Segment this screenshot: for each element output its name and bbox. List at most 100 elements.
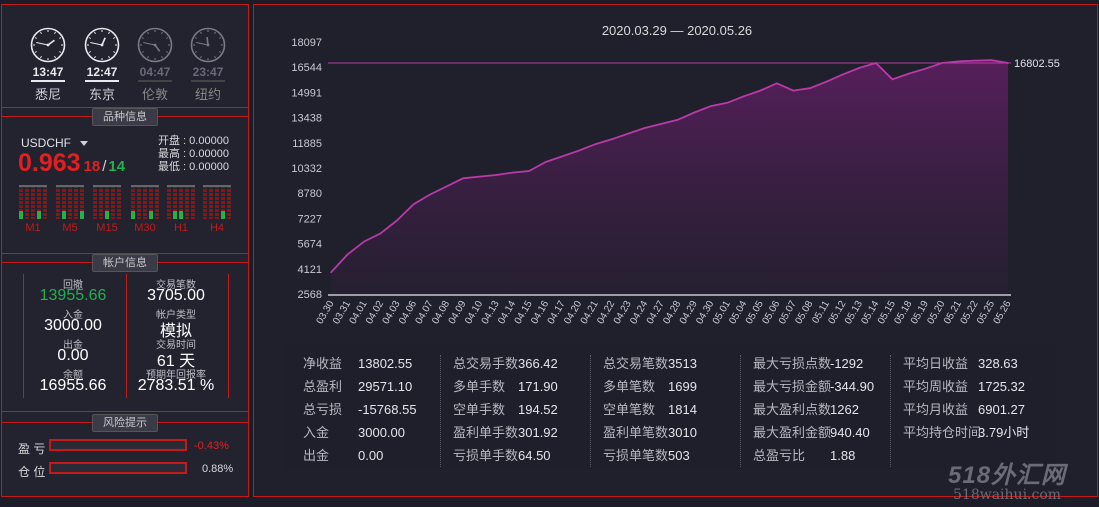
signal-bars-h1 bbox=[167, 185, 195, 219]
symbol-info-panel: 品种信息 USDCHF 0.963 18/14 开盘 : 0.00000 最高 :… bbox=[1, 108, 249, 254]
stat-value: 3010 bbox=[668, 425, 697, 440]
equity-point bbox=[528, 170, 530, 172]
watermark-url: 518waihui.com bbox=[953, 487, 1062, 503]
stat-label: 平均持仓时间 bbox=[903, 425, 982, 440]
timeframe-m5[interactable]: M5 bbox=[56, 222, 84, 234]
stat-label: 平均月收益 bbox=[903, 402, 969, 417]
equity-point bbox=[792, 89, 795, 92]
watermark: 518外汇网 518waihui.com bbox=[948, 455, 1066, 503]
equity-point bbox=[462, 177, 464, 180]
stat-label: 净收益 bbox=[303, 356, 343, 371]
stats-labels-5: 平均日收益 平均周收益 平均月收益 平均持仓时间 bbox=[903, 355, 981, 447]
stat-value: 503 bbox=[668, 448, 690, 463]
spread-value: 14 bbox=[108, 158, 126, 175]
equity-point bbox=[990, 59, 993, 61]
divider-right bbox=[228, 274, 229, 398]
stat-value: 29571.10 bbox=[358, 379, 413, 394]
risk-panel: 风险提示 盈 亏 -0.43% 仓 位 0.88% bbox=[1, 412, 249, 497]
equity-point bbox=[776, 82, 778, 85]
equity-point bbox=[379, 232, 382, 235]
y-tick-label: 16544 bbox=[291, 62, 322, 74]
equity-point bbox=[676, 119, 679, 121]
stat-value: 171.90 bbox=[518, 379, 558, 394]
stat-value: 64.50 bbox=[518, 448, 551, 463]
equity-point bbox=[693, 111, 696, 114]
timeframe-m1[interactable]: M1 bbox=[19, 222, 47, 234]
clock-city: 纽约 bbox=[194, 87, 221, 102]
stat-label: 空单笔数 bbox=[603, 402, 656, 417]
clock-underline bbox=[85, 80, 119, 82]
stat-label: 总交易笔数 bbox=[603, 356, 669, 371]
stat-label: 平均周收益 bbox=[903, 379, 969, 394]
clock-0: 13:47 悉尼 bbox=[26, 27, 70, 103]
price-fraction: 18 bbox=[83, 158, 101, 175]
clock-panel: 13:47 悉尼 12:47 东京 04:47 伦敦 23:47 纽约 bbox=[1, 4, 249, 108]
stats-labels-3: 总交易笔数 多单笔数 空单笔数 盈利单笔数 亏损单笔数 bbox=[603, 355, 668, 470]
y-tick-label: 4121 bbox=[298, 264, 322, 276]
equity-point bbox=[412, 203, 415, 206]
y-tick-label: 8780 bbox=[298, 188, 322, 200]
clock-face-icon bbox=[190, 27, 226, 63]
equity-point bbox=[842, 73, 844, 76]
clock-time: 23:47 bbox=[192, 65, 224, 79]
stat-value: 13802.55 bbox=[358, 356, 413, 371]
trades-value: 3705.00 bbox=[147, 287, 205, 304]
symbol-selector[interactable]: USDCHF bbox=[21, 136, 89, 150]
stat-label: 盈利单手数 bbox=[453, 425, 519, 440]
stats-values-4: -1292 -344.90 1262 940.40 1.88 bbox=[830, 355, 874, 470]
equity-point bbox=[363, 240, 365, 243]
signal-bars-h4 bbox=[203, 185, 231, 219]
chevron-down-icon bbox=[80, 141, 89, 147]
stats-divider bbox=[740, 355, 742, 467]
price-display: 0.963 18/14 bbox=[18, 149, 125, 178]
clock-city: 悉尼 bbox=[34, 87, 61, 102]
stats-values-2: 366.42 171.90 194.52 301.92 64.50 bbox=[518, 355, 558, 470]
stat-label: 总盈利 bbox=[303, 379, 343, 394]
stat-value: -15768.55 bbox=[358, 402, 417, 417]
equity-point bbox=[924, 67, 927, 70]
stat-label: 空单手数 bbox=[453, 402, 506, 417]
stat-value: 1725.32 bbox=[978, 379, 1025, 394]
equity-point bbox=[891, 78, 894, 81]
y-tick-label: 18097 bbox=[291, 37, 322, 49]
stat-label: 盈利单笔数 bbox=[603, 425, 669, 440]
chart-title: 2020.03.29 — 2020.05.26 bbox=[602, 23, 752, 38]
y-tick-label: 5674 bbox=[298, 239, 322, 251]
equity-point bbox=[594, 143, 596, 145]
equity-point bbox=[445, 185, 448, 188]
equity-point bbox=[577, 149, 580, 152]
clock-face-icon bbox=[84, 27, 120, 63]
equity-point bbox=[957, 60, 960, 63]
equity-point bbox=[709, 105, 712, 107]
stat-value: 3000.00 bbox=[358, 425, 405, 440]
timeframe-m30[interactable]: M30 bbox=[131, 222, 159, 234]
stat-label: 出金 bbox=[303, 448, 330, 463]
stat-value: -1292 bbox=[830, 356, 864, 371]
stat-value: 328.63 bbox=[978, 356, 1018, 371]
stat-label: 最大盈利金额 bbox=[753, 425, 832, 440]
y-tick-label: 7227 bbox=[298, 213, 322, 225]
stat-value: 3513 bbox=[668, 356, 697, 371]
equity-point bbox=[726, 102, 729, 104]
equity-point bbox=[511, 171, 514, 174]
timeframe-h4[interactable]: H4 bbox=[203, 222, 231, 234]
position-label: 仓 位 bbox=[18, 465, 46, 479]
last-value-label: 16802.55 bbox=[1014, 58, 1060, 70]
timeframe-m15[interactable]: M15 bbox=[93, 222, 121, 234]
clock-3: 23:47 纽约 bbox=[186, 27, 230, 103]
signal-bars-m1 bbox=[19, 185, 47, 219]
stats-labels-1: 净收益 总盈利 总亏损 入金 出金 bbox=[303, 355, 342, 470]
stat-value: 1262 bbox=[830, 402, 859, 417]
symbol-info-header: 品种信息 bbox=[92, 108, 158, 126]
stat-label: 最大亏损金额 bbox=[753, 379, 832, 394]
watermark-title: 518外汇网 bbox=[948, 462, 1067, 489]
stat-value: 3.79小时 bbox=[978, 425, 1030, 440]
stats-values-3: 3513 1699 1814 3010 503 bbox=[668, 355, 697, 470]
timeframe-h1[interactable]: H1 bbox=[167, 222, 195, 234]
clock-underline bbox=[31, 80, 65, 82]
clock-face-icon bbox=[30, 27, 66, 63]
deposit-value: 3000.00 bbox=[44, 317, 102, 334]
stat-label: 总盈亏比 bbox=[753, 448, 806, 463]
equity-point bbox=[743, 95, 745, 98]
stat-value: 301.92 bbox=[518, 425, 558, 440]
